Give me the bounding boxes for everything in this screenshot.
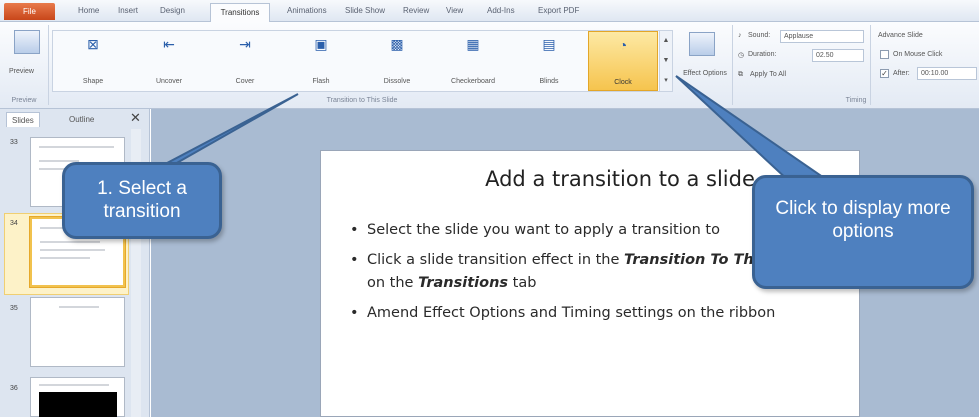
group-separator [48,25,49,105]
tab-design[interactable]: Design [160,6,185,15]
thumb-text-line [40,241,100,243]
transition-label: Blinds [539,78,559,85]
callout-more-options: Click to display more options [752,175,974,289]
duration-label: Duration: [748,51,777,58]
tab-export-pdf[interactable]: Export PDF [538,6,579,15]
thumb-text-line [39,384,109,386]
bullet-text: Click a slide transition effect in the [367,252,625,268]
transition-label: Uncover [155,78,183,85]
after-checkbox[interactable]: ✓ [880,69,889,78]
effect-options-icon [689,32,715,56]
transition-dissolve[interactable]: ▩ Dissolve [361,31,433,91]
slides-pane: Slides Outline ✕ 33 34 35 36 [0,109,150,417]
gallery-scroll-down-icon[interactable]: ▼ [660,51,672,71]
slide-thumbnail[interactable] [30,297,125,367]
group-separator [870,25,871,105]
transition-cover[interactable]: ⇥ Cover [209,31,281,91]
shape-transition-icon: ⊠ [87,36,99,52]
transition-label: Dissolve [383,78,411,85]
effect-options-label: Effect Options [683,70,727,77]
transition-checkerboard[interactable]: ▦ Checkerboard [437,31,509,91]
duration-spinner[interactable]: 02.50 [812,49,864,62]
gallery-scroll-up-icon[interactable]: ▲ [660,31,672,51]
tab-add-ins[interactable]: Add-Ins [487,6,515,15]
thumb-text-line [39,146,114,148]
tab-animations[interactable]: Animations [287,6,327,15]
tab-slides[interactable]: Slides [6,112,40,127]
sound-dropdown[interactable]: Applause [780,30,864,43]
checkerboard-transition-icon: ▦ [466,36,480,52]
flash-transition-icon: ▣ [314,36,328,52]
bullet-emphasis: Transitions [418,275,509,291]
on-mouse-click-checkbox[interactable] [880,50,889,59]
transition-blinds[interactable]: ▤ Blinds [513,31,585,91]
gallery-more-button[interactable]: ▾ [660,71,672,91]
after-spinner[interactable]: 00:10.00 [917,67,977,80]
tab-insert[interactable]: Insert [118,6,138,15]
tab-outline[interactable]: Outline [64,112,99,127]
tab-review[interactable]: Review [403,6,429,15]
tab-home[interactable]: Home [78,6,99,15]
advance-slide-label: Advance Slide [878,32,923,39]
preview-icon [14,30,40,54]
tab-slide-show[interactable]: Slide Show [345,6,385,15]
transition-gallery: ⊠ Shape ⇤ Uncover ⇥ Cover ▣ Flash ▩ Diss… [52,30,660,92]
transition-shape[interactable]: ⊠ Shape [57,31,129,91]
slide-number: 34 [10,220,18,227]
transition-label: Cover [235,78,255,85]
gallery-scroll: ▲ ▼ ▾ [660,30,673,92]
ribbon-tab-bar: File Home Insert Design Transitions Anim… [0,0,979,23]
apply-to-all-button[interactable]: Apply To All [750,71,786,78]
clock-transition-icon: ◔ [618,37,628,53]
thumb-text-line [40,249,105,251]
transition-uncover[interactable]: ⇤ Uncover [133,31,205,91]
uncover-transition-icon: ⇤ [163,36,175,52]
sound-label: Sound: [748,32,771,39]
apply-to-all-icon: ⧉ [738,71,743,78]
slide-number: 35 [10,305,18,312]
bullet-item: Amend Effect Options and Timing settings… [347,302,867,325]
duration-icon: ◷ [738,52,745,59]
tab-transitions[interactable]: Transitions [210,3,270,23]
tab-view[interactable]: View [446,6,463,15]
preview-label: Preview [9,68,34,75]
bullet-text: tab [508,275,537,291]
on-mouse-click-label: On Mouse Click [893,51,943,58]
tab-file[interactable]: File [4,3,55,20]
blinds-transition-icon: ▤ [542,36,556,52]
timing-group-label: Timing [845,97,867,104]
transition-group-label: Transition to This Slide [326,97,398,104]
slide-number: 36 [10,385,18,392]
group-separator [732,25,733,105]
transition-label: Shape [82,78,104,85]
ribbon: Preview Preview ⊠ Shape ⇤ Uncover ⇥ Cove… [0,22,979,109]
dissolve-transition-icon: ▩ [390,36,404,52]
slide-thumbnail[interactable] [30,377,125,417]
slide-number: 33 [10,139,18,146]
transition-flash[interactable]: ▣ Flash [285,31,357,91]
sound-icon: ♪ [738,32,742,39]
thumb-text-line [40,257,90,259]
preview-group-label: Preview [11,97,37,104]
transition-label: Flash [312,78,330,85]
transition-label: Checkerboard [451,78,495,85]
transition-clock[interactable]: ◔ Clock [588,31,658,91]
after-label: After: [893,70,910,77]
callout-select-transition: 1. Select a transition [62,162,222,239]
thumb-text-line [59,306,99,308]
transition-label: Clock [614,79,632,86]
thumb-image [39,392,117,417]
cover-transition-icon: ⇥ [239,36,251,52]
close-icon[interactable]: ✕ [130,110,141,126]
